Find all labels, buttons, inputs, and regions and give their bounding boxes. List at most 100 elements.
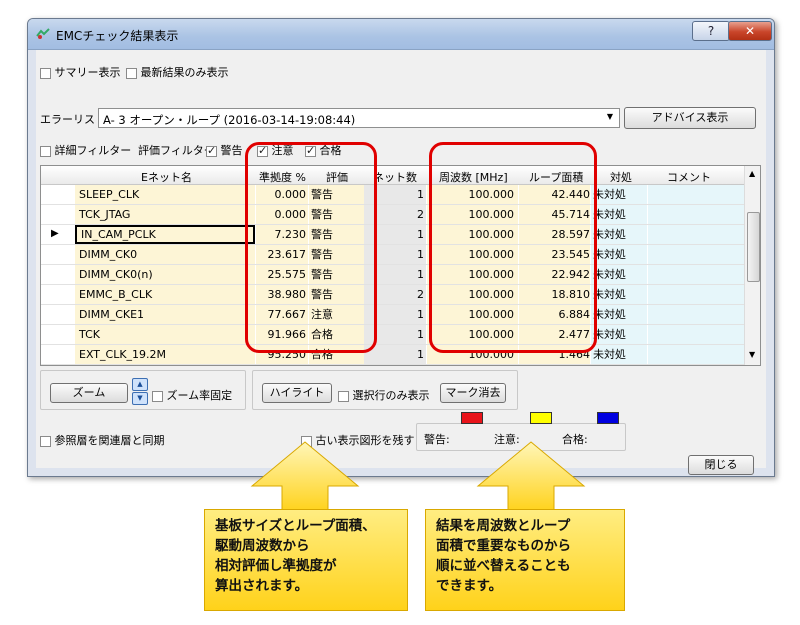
cell-eval: 合格 (309, 365, 364, 366)
col-header-net-count[interactable]: ネット数 (373, 169, 417, 185)
right-callout-line: 順に並べ替えることも (436, 558, 571, 574)
cell-action[interactable]: 未対処 (591, 245, 647, 264)
cell-comment[interactable] (648, 265, 744, 284)
selected-only-label: 選択行のみ表示 (352, 389, 430, 402)
col-header-action[interactable]: 対処 (610, 169, 632, 185)
chevron-up-icon[interactable]: ▲ (132, 378, 148, 391)
app-icon (36, 28, 50, 39)
cell-comment[interactable] (648, 225, 744, 244)
left-callout: 基板サイズとループ面積、 駆動周波数から 相対評価し準拠度が 算出されます。 (204, 509, 408, 611)
cell-comment[interactable] (648, 305, 744, 324)
col-header-comment[interactable]: コメント (667, 169, 711, 185)
left-callout-line: 算出されます。 (215, 578, 309, 594)
vertical-scrollbar[interactable]: ▲ ▼ (744, 166, 760, 365)
cell-action[interactable]: 未対処 (591, 205, 647, 224)
table-row[interactable]: SLEEP_CLK 0.000 警告 1 100.000 42.440 未対処 (41, 185, 744, 205)
advice-button[interactable]: アドバイス表示 (624, 107, 756, 129)
dialog-client-area: サマリー表示 最新結果のみ表示 エラーリスト: A- 3 オープン・ループ (2… (36, 50, 766, 475)
legend-warning-swatch[interactable] (461, 412, 483, 424)
cell-comment[interactable] (648, 365, 744, 366)
scroll-down-icon[interactable]: ▼ (749, 350, 755, 359)
right-callout: 結果を周波数とループ 面積で重要なものから 順に並べ替えることも できます。 (425, 509, 625, 611)
selected-only-option[interactable]: 選択行のみ表示 (338, 387, 430, 403)
title-bar[interactable]: EMCチェック結果表示 ? ✕ (28, 19, 774, 50)
table-row[interactable]: TCK_JTAG 0.000 警告 2 100.000 45.714 未対処 (41, 205, 744, 225)
cell-comment[interactable] (648, 185, 744, 204)
left-callout-line: 相対評価し準拠度が (215, 558, 337, 574)
clear-marks-button[interactable]: マーク消去 (440, 383, 506, 403)
table-row[interactable]: ▶ IN_CAM_PCLK 7.230 警告 1 100.000 28.597 未対処 (41, 225, 744, 245)
detail-filter-option[interactable]: 詳細フィルター (40, 142, 131, 158)
legend-pass-swatch[interactable] (597, 412, 619, 424)
close-window-button[interactable]: ✕ (728, 21, 772, 41)
zoom-fix-label: ズーム率固定 (166, 389, 233, 402)
help-button[interactable]: ? (692, 21, 730, 41)
chevron-down-icon[interactable]: ▼ (132, 392, 148, 405)
table-row[interactable]: DIMM_CKE1 77.667 注意 1 100.000 6.884 未対処 (41, 305, 744, 325)
scroll-thumb[interactable] (747, 212, 760, 282)
col-header-net-name[interactable]: Eネット名 (141, 169, 192, 185)
sync-layer-label: 参照層を関連層と同期 (54, 434, 165, 447)
cell-comment[interactable] (648, 325, 744, 344)
latest-only-checkbox[interactable] (126, 67, 137, 79)
cell-action[interactable]: 未対処 (591, 285, 647, 304)
scroll-up-icon[interactable]: ▲ (749, 169, 755, 178)
zoom-fix-option[interactable]: ズーム率固定 (152, 387, 232, 403)
cell-net-name: EMMC_B_CLK (75, 285, 255, 304)
cell-action[interactable]: 未対処 (591, 325, 647, 344)
cell-net-name: IN_CAM_PCLK (75, 225, 255, 244)
cell-comment[interactable] (648, 205, 744, 224)
cell-rate: 95.867 (256, 365, 308, 366)
close-button[interactable]: 閉じる (688, 455, 754, 475)
sync-layer-checkbox[interactable] (40, 435, 51, 447)
window-title: EMCチェック結果表示 (56, 29, 179, 43)
zoom-stepper[interactable]: ▲ ▼ (132, 378, 148, 406)
eval-filter-label: 評価フィルター (138, 144, 215, 157)
summary-label: サマリー表示 (54, 66, 121, 79)
cell-loop-area: 1.377 (519, 365, 590, 366)
right-callout-line: できます。 (436, 578, 503, 594)
cell-action[interactable]: 未対処 (591, 265, 647, 284)
cell-action[interactable]: 未対処 (591, 345, 647, 364)
table-row[interactable]: EMMC_B_CLK 38.980 警告 2 100.000 18.810 未対処 (41, 285, 744, 305)
cell-frequency: 100.000 (427, 365, 518, 366)
latest-only-label: 最新結果のみ表示 (140, 66, 229, 79)
cell-action[interactable]: 未対処 (591, 225, 647, 244)
sync-layer-option[interactable]: 参照層を関連層と同期 (40, 432, 165, 448)
cell-comment[interactable] (648, 345, 744, 364)
table-row[interactable]: EXT_CLK_19.2M 95.250 合格 1 100.000 1.464 未対処 (41, 345, 744, 365)
cell-net-name: TCK_JTAG (75, 205, 255, 224)
table-row[interactable]: TS_CLK95.867合格1100.0001.377未対処 (41, 365, 744, 366)
legend-caution-swatch[interactable] (530, 412, 552, 424)
zoom-fix-checkbox[interactable] (152, 390, 163, 402)
zoom-button[interactable]: ズーム (50, 383, 128, 403)
right-callout-line: 面積で重要なものから (436, 538, 571, 554)
emc-result-window: EMCチェック結果表示 ? ✕ サマリー表示 最新結果のみ表示 エラーリスト: … (27, 18, 775, 477)
highlight-button[interactable]: ハイライト (262, 383, 332, 403)
cell-net-name: TS_CLK (75, 365, 255, 366)
cell-action[interactable]: 未対処 (591, 185, 647, 204)
summary-checkbox[interactable] (40, 67, 51, 79)
detail-filter-checkbox[interactable] (40, 145, 51, 157)
current-row-marker-icon: ▶ (51, 228, 59, 239)
warning-filter-option[interactable]: 警告 (206, 142, 243, 158)
table-row[interactable]: DIMM_CK0(n) 25.575 警告 1 100.000 22.942 未対処 (41, 265, 744, 285)
latest-only-option[interactable]: 最新結果のみ表示 (126, 64, 229, 80)
selected-only-checkbox[interactable] (338, 390, 349, 402)
cell-comment[interactable] (648, 285, 744, 304)
cell-net-name: DIMM_CK0 (75, 245, 255, 264)
error-list-value: A- 3 オープン・ループ (2016-03-14-19:08:44) (103, 113, 356, 127)
cell-action[interactable]: 未対処 (591, 365, 647, 366)
left-callout-line: 駆動周波数から (215, 538, 310, 554)
cell-comment[interactable] (648, 245, 744, 264)
results-table[interactable]: Eネット名 準拠度 % 評価 ネット数 周波数 [MHz] ループ面積 対処 コ… (40, 165, 761, 366)
table-row[interactable]: TCK 91.966 合格 1 100.000 2.477 未対処 (41, 325, 744, 345)
error-list-select[interactable]: A- 3 オープン・ループ (2016-03-14-19:08:44) ▼ (98, 108, 620, 128)
warning-filter-checkbox[interactable] (206, 144, 217, 157)
cell-net-count: 1 (364, 365, 426, 366)
table-row[interactable]: DIMM_CK0 23.617 警告 1 100.000 23.545 未対処 (41, 245, 744, 265)
summary-option[interactable]: サマリー表示 (40, 64, 121, 80)
cell-action[interactable]: 未対処 (591, 305, 647, 324)
dropdown-arrow-icon[interactable]: ▼ (607, 112, 613, 121)
freq-loop-highlight (429, 142, 597, 353)
